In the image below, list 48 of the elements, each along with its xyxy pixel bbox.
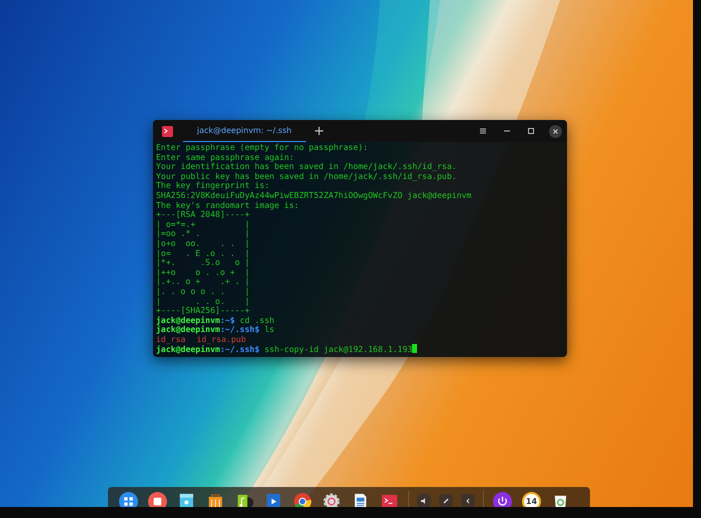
terminal-tab[interactable]: jack@deepinvm: ~/.ssh (183, 120, 306, 142)
terminal-output-line: Enter passphrase (empty for no passphrase): (156, 143, 369, 153)
text-cursor (412, 344, 418, 354)
browser-icon[interactable] (293, 492, 312, 507)
terminal-output-line: Enter same passphrase again: (156, 152, 296, 162)
speaker-icon[interactable] (417, 494, 431, 507)
terminal-output-line: The key fingerprint is: (156, 181, 270, 191)
command-text: cd .ssh (240, 314, 274, 325)
menu-icon[interactable] (478, 126, 488, 136)
file-name: id_rsa.pub (196, 334, 246, 344)
terminal-output-line: The key's randomart image is: (156, 200, 299, 210)
chevron-left-icon[interactable] (461, 494, 475, 507)
maximize-icon[interactable] (526, 126, 536, 136)
file-name: id_rsa (156, 334, 186, 344)
new-tab-button[interactable]: + (306, 124, 332, 138)
command-text: ls (264, 324, 274, 334)
close-icon[interactable] (549, 124, 562, 138)
terminal-output-line: |. . o o o . . | (156, 286, 251, 296)
terminal-output-line: |o= . E .o . . | (156, 248, 251, 258)
terminal-output-line: SHA256:2V8KdeuiFuDyAz44wPiwEBZRT52ZA7hiOOwgOWcFvZO jack@deepinvm (156, 190, 472, 201)
prompt-user: jack@deepinvm (156, 314, 220, 325)
video-player-icon[interactable] (264, 492, 283, 507)
file-manager-icon[interactable] (177, 492, 196, 507)
prompt-path: :~/.ssh$ (220, 324, 260, 334)
pen-icon[interactable] (439, 494, 453, 507)
power-icon[interactable] (493, 492, 512, 507)
multitasking-icon[interactable] (148, 492, 167, 507)
terminal-output-line: |o+o oo. . . | (156, 238, 251, 249)
terminal-output-line: |*+. .S.o o | (156, 258, 251, 268)
terminal-output-line: |=oo .* . | (156, 229, 251, 239)
terminal-output-line: |++o o . .o + | (156, 268, 251, 278)
launcher-icon[interactable] (119, 492, 138, 507)
prompt-path: :~$ (220, 314, 235, 325)
gear-icon[interactable] (322, 492, 341, 507)
terminal-output-line: +---[RSA 2048]----+ (156, 210, 251, 220)
clock[interactable]: 14 (522, 492, 541, 507)
prompt-path: :~/.ssh$ (220, 344, 260, 354)
terminal-output-line: | . . o. | (156, 296, 251, 306)
command-text: ssh-copy-id jack@192.168.1.193 (264, 344, 412, 354)
prompt-user: jack@deepinvm (156, 344, 220, 354)
prompt-user: jack@deepinvm (156, 324, 220, 334)
terminal-output-line: |.+.. o + .+ . | (156, 277, 251, 287)
terminal-output-line: | o=*=.+ | (156, 220, 251, 230)
terminal-output-line: +----[SHA256]-----+ (156, 306, 251, 316)
store-bag-icon[interactable] (206, 492, 225, 507)
terminal-app-icon (162, 126, 173, 136)
terminal-output-line: Your identification has been saved in /home/jack/.ssh/id_rsa. (156, 162, 458, 172)
terminal-output-line: Your public key has been saved in /home/jack/.ssh/id_rsa.pub. (156, 172, 458, 182)
